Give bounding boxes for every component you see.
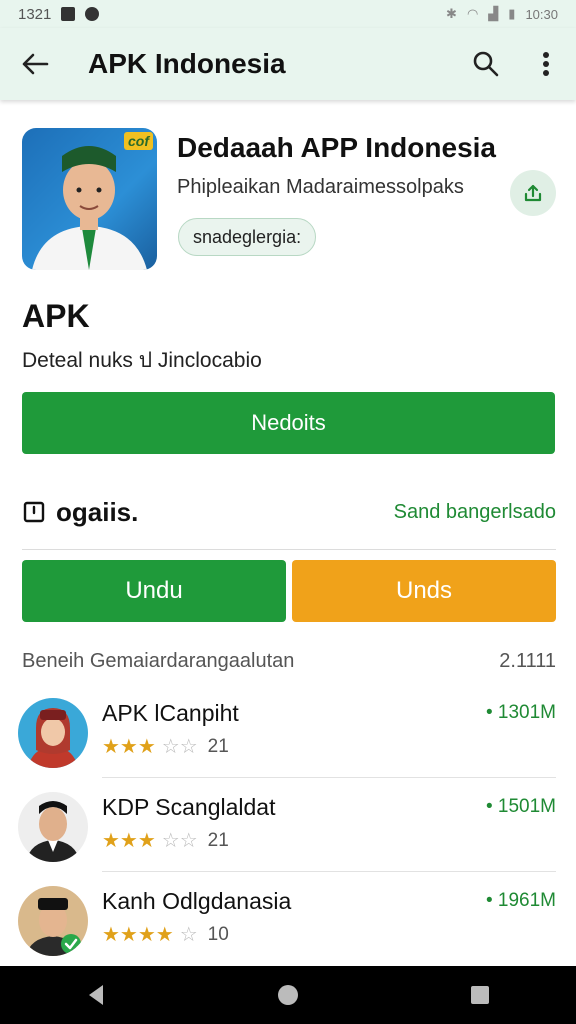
download-button-green[interactable]: Undu: [22, 560, 286, 622]
search-button[interactable]: [456, 28, 516, 100]
star-empty-icon: ☆: [179, 924, 198, 946]
nav-home-button[interactable]: [258, 966, 318, 1024]
notification-icon: [61, 7, 76, 21]
app-name: Dedaaah APP Indonesia: [177, 132, 496, 163]
rating-count: 21: [207, 735, 229, 757]
avatar: [18, 698, 88, 768]
square-recents-icon: [471, 986, 489, 1004]
divider: [102, 777, 556, 778]
more-vert-icon: [543, 52, 549, 76]
list-item[interactable]: APK lCanpiht ★★★ ☆☆ 21 • 1301M: [18, 688, 556, 778]
arrow-left-icon: [22, 53, 49, 75]
item-title: APK lCanpiht: [102, 700, 239, 726]
app-badge: cof: [124, 132, 153, 150]
battery-icon: ▮: [508, 6, 516, 21]
section-description: Deteal nuks ป Jinclocabio: [22, 349, 262, 372]
star-icon: ★★★★: [102, 924, 174, 946]
home-circle-icon: [278, 985, 298, 1005]
star-empty-icon: ☆☆: [161, 736, 198, 758]
item-title: KDP Scanglaldat: [102, 794, 276, 820]
nav-back-button[interactable]: [66, 966, 126, 1024]
status-time-left: 1321: [18, 5, 52, 23]
star-empty-icon: ☆☆: [161, 830, 198, 852]
row-heading-label: ogaiis.: [56, 496, 139, 527]
app-notification-icon: [85, 7, 100, 21]
list-item[interactable]: KDP Scanglaldat ★★★ ☆☆ 21 • 1501M: [18, 782, 556, 872]
share-button[interactable]: [510, 170, 556, 216]
download-button-orange[interactable]: Unds: [292, 560, 556, 622]
section-title: APK: [22, 298, 90, 334]
list-item[interactable]: Kanh Odlgdanasia ★★★★ ☆ 10 • 1961M: [18, 876, 556, 966]
star-icon: ★★★: [102, 830, 156, 852]
item-size: • 1501M: [485, 796, 556, 817]
more-options-button[interactable]: [516, 28, 576, 100]
app-bar: APK Indonesia: [0, 28, 576, 100]
app-developer[interactable]: Phipleaikan Madaraimessolpaks: [177, 176, 464, 199]
divider: [102, 871, 556, 872]
list-count: 2.1111: [499, 650, 556, 672]
document-icon: [23, 501, 45, 523]
list-heading: Beneih Gemaiardarangaalutan 2.1111: [22, 650, 556, 673]
category-chip[interactable]: snadeglergia:: [178, 218, 317, 256]
page-title: APK Indonesia: [88, 48, 286, 79]
primary-action-button[interactable]: Nedoits: [22, 392, 555, 454]
rating-stars: ★★★ ☆☆ 21: [102, 828, 229, 853]
rating-stars: ★★★★ ☆ 10: [102, 922, 229, 947]
status-bar: 1321 ✱ ◠ ▟ ▮ 10:30: [0, 0, 576, 28]
app-header: cof Dedaaah APP Indonesia Phipleaikan Ma…: [22, 128, 556, 273]
back-button[interactable]: [0, 28, 70, 100]
wifi-icon: ◠: [466, 6, 479, 21]
system-nav-bar: [0, 966, 576, 1024]
list-heading-label: Beneih Gemaiardarangaalutan: [22, 650, 295, 672]
item-size: • 1301M: [485, 702, 556, 723]
rating-count: 10: [207, 923, 229, 945]
nav-recents-button[interactable]: [450, 966, 510, 1024]
avatar: [18, 792, 88, 862]
app-icon[interactable]: cof: [22, 128, 157, 270]
rating-count: 21: [207, 829, 229, 851]
item-title: Kanh Odlgdanasia: [102, 888, 292, 914]
search-icon: [473, 51, 499, 77]
signal-icon: ▟: [488, 6, 499, 21]
avatar: [18, 886, 88, 956]
share-icon: [524, 184, 542, 202]
item-size: • 1961M: [485, 890, 556, 911]
row-heading-link[interactable]: Sand bangerlsado: [394, 501, 556, 524]
bluetooth-icon: ✱: [446, 6, 457, 21]
star-icon: ★★★: [102, 736, 156, 758]
rating-stars: ★★★ ☆☆ 21: [102, 734, 229, 759]
status-time-right: 10:30: [525, 6, 558, 22]
row-heading: ogaiis. Sand bangerlsado: [22, 490, 556, 534]
triangle-back-icon: [89, 985, 103, 1005]
divider: [22, 549, 556, 550]
